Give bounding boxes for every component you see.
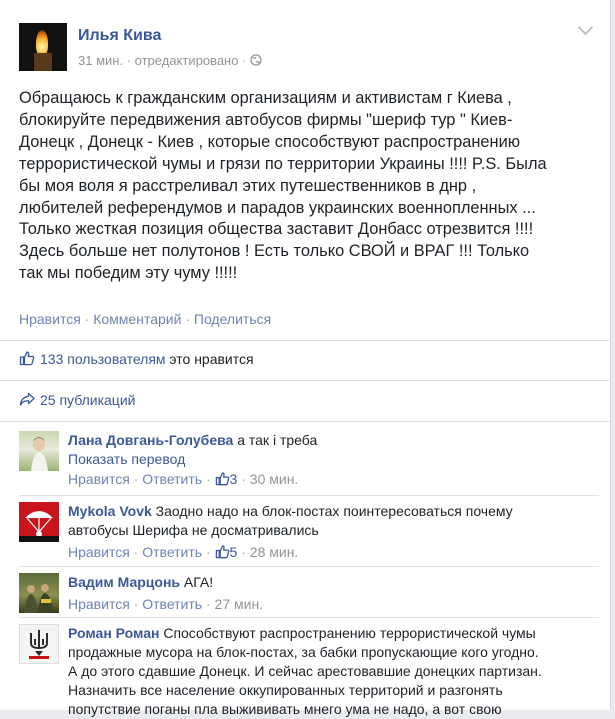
share-link[interactable]: Поделиться [194,311,271,327]
post-line: Только жесткая позиция общества заставит… [19,220,534,239]
comment-time[interactable]: 27 мин. [215,596,264,612]
post-actions: Нравится · Комментарий · Поделиться [19,311,271,327]
action-separator: · [202,471,215,487]
divider [19,495,599,496]
comment-body: Вадим Марцонь АГА! Нравится · Ответить ·… [68,573,598,614]
post-line: террористической чумы и грязи по террито… [19,154,547,173]
divider [0,380,610,381]
comment-reply-link[interactable]: Ответить [142,596,202,612]
comment-body: Роман Роман Способствуют распространению… [68,624,598,719]
action-separator: · [202,596,215,612]
author-avatar[interactable] [19,23,67,71]
action-separator: · [237,471,250,487]
action-separator: · [202,544,215,560]
person-photo-icon [31,437,48,471]
comment-body: Mykola Vovk Заодно надо на блок-постах п… [68,502,598,562]
comment-text-line: Назначить все население оккупированных т… [68,682,503,698]
post-text: Обращаюсь к гражданским организациям и а… [19,88,579,285]
comment-text-line: Роман Роман Способствуют распространению… [68,624,598,643]
comment-like-link[interactable]: Нравится [68,596,130,612]
meta-separator: · [126,53,132,68]
divider [0,421,610,422]
share-arrow-icon [19,392,35,406]
comment-text: АГА! [183,574,214,590]
likes-summary: 133 пользователям это нравится [19,350,254,367]
meta-separator: · [242,53,247,68]
like-link[interactable]: Нравится [19,311,81,327]
likes-suffix: это нравится [169,351,254,367]
divider [19,566,599,567]
comment-actions: Нравится · Ответить · 27 мин. [68,595,598,614]
author-name[interactable]: Илья Кива [78,27,161,45]
commenter-name[interactable]: Вадим Марцонь [68,574,180,590]
post-line: Здесь больше нет полутонов ! Есть только… [19,242,530,261]
show-translation-link[interactable]: Показать перевод [68,450,598,469]
commenter-avatar[interactable] [19,624,59,664]
comment-text-line: продажные мусора на блок-постах, за бабк… [68,644,539,660]
likes-count-link[interactable]: 133 пользователям [40,351,166,367]
commenter-name[interactable]: Роман Роман [68,625,159,641]
post-card: Илья Кива 31 мин. · отредактировано · Об… [0,0,611,717]
action-separator: · [185,311,194,327]
thumbs-up-icon[interactable] [215,544,230,559]
comment-link[interactable]: Комментарий [93,311,181,327]
action-separator: · [237,544,250,560]
post-time[interactable]: 31 мин. [78,53,123,68]
comment-reply-link[interactable]: Ответить [142,544,202,560]
comment-text-line: автобусы Шерифа не досматривались [68,522,319,538]
divider [19,617,599,618]
group-photo-icon [24,584,53,613]
comment-like-link[interactable]: Нравится [68,471,130,487]
commenter-name[interactable]: Mykola Vovk [68,503,152,519]
action-separator: · [129,544,143,560]
thumbs-up-icon[interactable] [215,471,230,486]
post-line: Донецк , Донецк - Киев , которые способс… [19,132,521,151]
post-meta: 31 мин. · отредактировано · [78,53,262,68]
comment-text: Способствуют распространению террористич… [163,625,536,641]
comment-actions: Нравится · Ответить · 5 · 28 мин. [68,543,598,562]
commenter-name[interactable]: Лана Довгань-Голубева [68,432,233,448]
commenter-avatar[interactable] [19,502,59,542]
comment-actions: Нравится · Ответить · 3 · 30 мин. [68,470,598,489]
comment-text: Заодно надо на блок-постах поинтересоват… [155,503,513,519]
comment-text-line: Вадим Марцонь АГА! [68,573,598,592]
divider [0,340,610,341]
shares-count[interactable]: 25 публикаций [40,392,135,408]
action-separator: · [84,311,94,327]
comment-text-line: А до этого сдавшие Донецк. И сейчас арес… [68,663,542,679]
comment-time[interactable]: 28 мин. [250,544,299,560]
edited-label[interactable]: отредактировано [135,53,239,68]
post-line: любителей референдумов и парадов украинс… [19,198,536,217]
globe-icon[interactable] [250,54,262,66]
comment-like-link[interactable]: Нравится [68,544,130,560]
paratrooper-icon [19,511,59,542]
action-separator: · [129,596,143,612]
post-line: так мы победим эту чуму !!!!! [19,264,238,283]
post-line: Обращаюсь к гражданским организациям и а… [19,89,512,107]
trident-icon [29,630,49,659]
post-line: бы моя воля я расстреливал этих путешест… [19,176,477,195]
chevron-down-icon[interactable] [577,19,594,36]
comment-text-line: Лана Довгань-Голубева а так і треба [68,431,598,450]
action-separator: · [129,471,143,487]
post-line: блокируйте передвижения автобусов фирмы … [19,110,513,129]
comment-text: а так і треба [237,432,318,448]
comment-body: Лана Довгань-Голубева а так і треба Пока… [68,431,598,489]
commenter-avatar[interactable] [19,573,59,613]
comment-reply-link[interactable]: Ответить [142,471,202,487]
commenter-avatar[interactable] [19,431,59,471]
thumbs-up-icon [19,351,35,366]
shares-summary[interactable]: 25 публикаций [19,391,135,408]
candle-icon [34,53,52,71]
comment-time[interactable]: 30 мин. [250,471,299,487]
comment-text-line: Mykola Vovk Заодно надо на блок-постах п… [68,502,598,521]
